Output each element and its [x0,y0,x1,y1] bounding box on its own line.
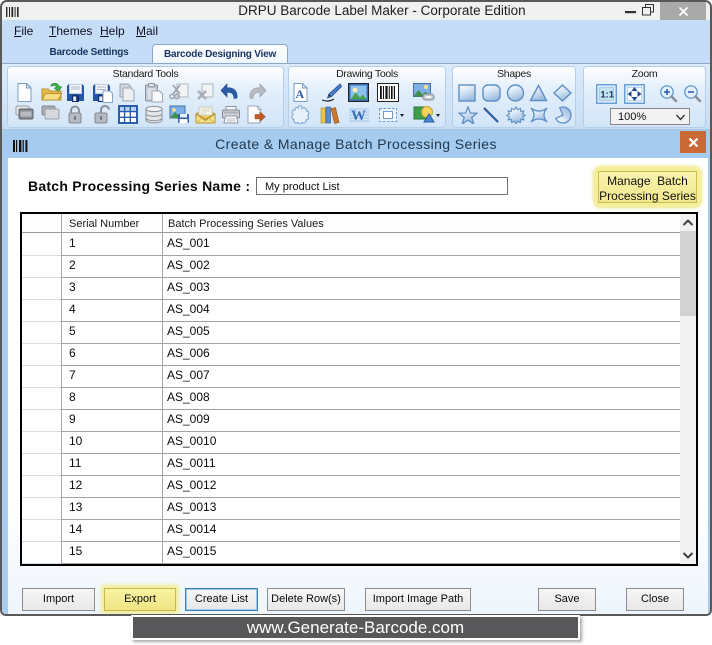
svg-text:1:1: 1:1 [600,90,614,101]
svg-text:A: A [296,87,305,101]
svg-text:W: W [351,108,366,124]
